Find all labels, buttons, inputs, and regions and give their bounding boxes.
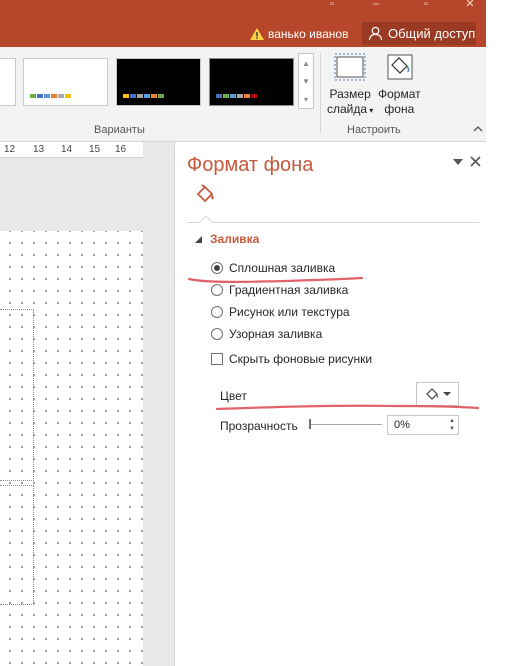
variant-swatch xyxy=(251,94,257,98)
fill-bucket-icon[interactable] xyxy=(193,182,217,206)
ruler-tick-label: 15 xyxy=(89,144,101,155)
ruler-tick-label: 12 xyxy=(4,144,16,155)
transparency-label: Прозрачность xyxy=(220,419,298,433)
slide-size-line2: слайда ▾ xyxy=(327,102,374,116)
account-user[interactable]: ванько иванов xyxy=(250,26,348,42)
variant-swatch xyxy=(137,94,143,98)
variant-partial[interactable] xyxy=(0,58,16,106)
restore-icon[interactable]: ▫ xyxy=(318,0,346,10)
expand-triangle-icon xyxy=(195,235,202,243)
slide-size-line1: Размер xyxy=(329,87,371,101)
solid-fill-option[interactable]: Сплошная заливка xyxy=(211,261,335,275)
radio-picture-fill[interactable] xyxy=(211,306,223,318)
variants-scroller[interactable]: ▲ ▼ ▾ xyxy=(298,53,314,109)
format-background-button[interactable]: Формат фона xyxy=(378,51,421,117)
variant-swatch xyxy=(44,94,50,98)
close-window-icon[interactable]: ✕ xyxy=(456,0,484,10)
user-name-label: ванько иванов xyxy=(268,27,349,41)
collapse-ribbon-icon[interactable] xyxy=(473,125,483,133)
slide-canvas-area: 12 13 14 15 16 xyxy=(0,142,174,666)
scroll-down-icon[interactable]: ▼ xyxy=(299,72,313,90)
spinner-arrows[interactable]: ▲ ▼ xyxy=(448,417,456,433)
share-label: Общий доступ xyxy=(388,26,476,41)
share-button[interactable]: Общий доступ xyxy=(362,22,476,45)
chevron-down-icon xyxy=(442,392,451,396)
pattern-fill-option[interactable]: Узорная заливка xyxy=(211,327,322,341)
variants-group-label: Варианты xyxy=(94,124,145,136)
customize-group-label: Настроить xyxy=(347,124,401,136)
transparency-slider-thumb[interactable] xyxy=(309,419,311,429)
variant-2[interactable] xyxy=(116,58,201,106)
format-background-line2: фона xyxy=(384,102,415,116)
radio-solid-fill[interactable] xyxy=(211,262,223,274)
horizontal-ruler: 12 13 14 15 16 xyxy=(0,142,143,158)
format-background-pane: Формат фона Заливка Сплошная заливка Гра… xyxy=(174,142,486,666)
radio-gradient-fill[interactable] xyxy=(211,284,223,296)
pane-options-icon[interactable] xyxy=(453,158,463,166)
picture-fill-option[interactable]: Рисунок или текстура xyxy=(211,305,350,319)
person-icon xyxy=(368,26,383,41)
transparency-value: 0% xyxy=(394,419,410,431)
variant-3[interactable] xyxy=(209,58,294,106)
paint-bucket-icon xyxy=(425,388,438,400)
variant-swatch xyxy=(223,94,229,98)
hide-background-checkbox[interactable] xyxy=(211,353,223,365)
hide-background-graphics-option[interactable]: Скрыть фоновые рисунки xyxy=(211,352,372,366)
maximize-icon[interactable]: ▫ xyxy=(412,0,440,10)
ruler-tick-label: 16 xyxy=(115,144,127,155)
color-picker-button[interactable] xyxy=(416,382,459,406)
pane-divider xyxy=(187,222,479,223)
variant-swatch xyxy=(230,94,236,98)
picture-fill-label: Рисунок или текстура xyxy=(229,305,350,319)
solid-fill-label: Сплошная заливка xyxy=(229,261,336,275)
variant-swatch xyxy=(51,94,57,98)
transparency-slider[interactable] xyxy=(310,424,382,425)
transparency-input[interactable]: 0% ▲ ▼ xyxy=(387,415,459,435)
slide-size-button[interactable]: Размер слайда ▾ xyxy=(327,51,373,118)
ruler-tick-label: 14 xyxy=(61,144,73,155)
variant-1[interactable] xyxy=(23,58,108,106)
variant-swatch xyxy=(65,94,71,98)
slide-size-icon xyxy=(334,53,366,81)
close-icon[interactable] xyxy=(470,156,481,167)
gradient-fill-label: Градиентная заливка xyxy=(229,283,349,297)
gradient-fill-option[interactable]: Градиентная заливка xyxy=(211,283,348,297)
hide-background-label: Скрыть фоновые рисунки xyxy=(229,352,373,366)
title-bar: ▫ – ▫ ✕ ванько иванов Общий доступ xyxy=(0,0,486,47)
slide[interactable] xyxy=(0,231,143,666)
pane-title: Формат фона xyxy=(187,154,314,176)
scroll-up-icon[interactable]: ▲ xyxy=(299,54,313,72)
variant-swatch xyxy=(151,94,157,98)
fill-section-header[interactable]: Заливка xyxy=(195,232,259,246)
placeholder-outline[interactable] xyxy=(0,485,34,605)
placeholder-outline[interactable] xyxy=(0,309,34,481)
variant-swatch xyxy=(123,94,129,98)
ruler-tick-label: 13 xyxy=(33,144,45,155)
variant-swatch xyxy=(158,94,164,98)
variant-swatch xyxy=(216,94,222,98)
minimize-icon[interactable]: – xyxy=(362,0,390,10)
radio-pattern-fill[interactable] xyxy=(211,328,223,340)
pattern-fill-label: Узорная заливка xyxy=(229,327,323,341)
fill-section-label: Заливка xyxy=(210,232,260,246)
color-label: Цвет xyxy=(220,389,247,403)
variant-swatch xyxy=(130,94,136,98)
variant-swatch xyxy=(37,94,43,98)
more-variants-icon[interactable]: ▾ xyxy=(299,90,313,108)
warning-icon xyxy=(250,28,264,40)
tab-indicator xyxy=(199,215,213,223)
ribbon: ▲ ▼ ▾ Варианты Размер слайда ▾ Формат фо… xyxy=(0,47,486,142)
format-background-icon xyxy=(387,54,413,80)
variant-swatch xyxy=(30,94,36,98)
group-separator xyxy=(320,53,321,133)
variant-swatch xyxy=(144,94,150,98)
format-background-line1: Формат xyxy=(378,87,421,101)
variant-swatch xyxy=(244,94,250,98)
variant-swatch xyxy=(237,94,243,98)
variant-swatch xyxy=(58,94,64,98)
